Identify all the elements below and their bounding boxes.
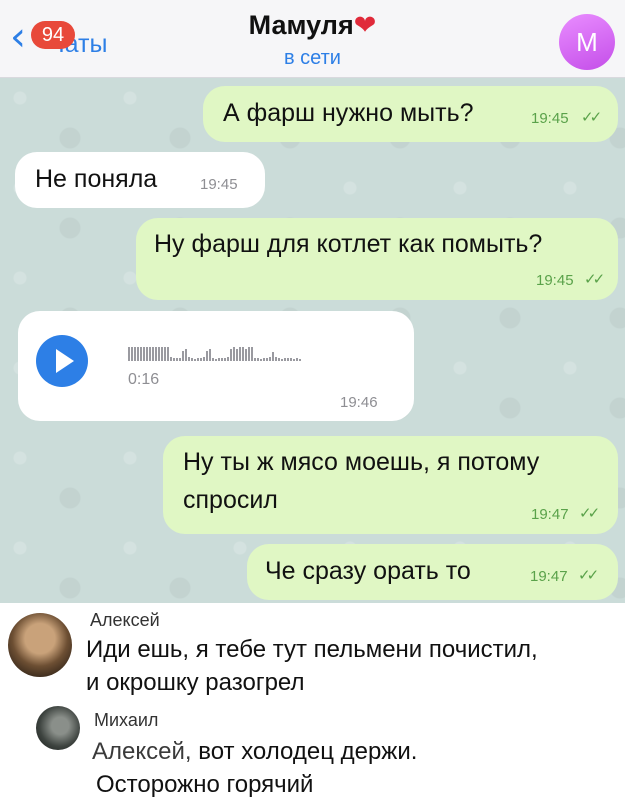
message-time: 19:46 (340, 394, 378, 411)
message-text-line: спросил (183, 486, 278, 514)
comment-text: Осторожно горячий (96, 771, 314, 798)
waveform[interactable] (128, 341, 408, 361)
message-text: Че сразу орать то (265, 557, 471, 585)
message-time: 19:45 (531, 110, 569, 127)
message-bubble[interactable]: А фарш нужно мыть? 19:45 ✓✓ (203, 86, 618, 142)
read-checks-icon: ✓✓ (579, 504, 600, 522)
message-text: А фарш нужно мыть? (223, 99, 474, 127)
contact-avatar[interactable]: М (559, 14, 615, 70)
comment-text: Алексей, вот холодец держи. (92, 736, 417, 768)
avatar[interactable] (8, 613, 72, 677)
message-list[interactable]: А фарш нужно мыть? 19:45 ✓✓ Не поняла 19… (0, 78, 625, 603)
online-status: в сети (284, 47, 341, 69)
read-checks-icon: ✓✓ (584, 270, 605, 288)
message-text: Не поняла (35, 165, 158, 193)
comment-text-part: вот холодец держи. (191, 738, 418, 765)
message-time: 19:47 (530, 568, 568, 585)
heart-icon: ❤ (353, 10, 377, 41)
message-bubble[interactable]: Ну ты ж мясо моешь, я потому спросил 19:… (163, 436, 618, 534)
message-time: 19:45 (536, 272, 574, 289)
read-checks-icon: ✓✓ (581, 108, 602, 126)
voice-duration: 0:16 (128, 371, 160, 388)
message-text: Ну фарш для котлет как помыть? (154, 230, 543, 258)
comment-mention[interactable]: Алексей, (92, 738, 192, 765)
avatar[interactable] (36, 706, 80, 750)
chat-title[interactable]: Мамуля❤ (0, 10, 625, 41)
message-text-line: Ну ты ж мясо моешь, я потому (183, 448, 540, 476)
comment-text: и окрошку разогрел (86, 669, 305, 696)
read-checks-icon: ✓✓ (578, 566, 599, 584)
chat-header: ‹ Чаты 94 Мамуля❤ в сети М (0, 0, 625, 78)
chat-title-text: Мамуля (248, 10, 354, 40)
comment-author[interactable]: Алексей (90, 610, 160, 631)
comments-section: Алексей Иди ешь, я тебе тут пельмени поч… (0, 603, 625, 810)
play-icon[interactable] (36, 335, 88, 387)
message-bubble[interactable]: Че сразу орать то 19:47 ✓✓ (247, 544, 618, 600)
comment-author[interactable]: Михаил (94, 710, 158, 731)
message-time: 19:47 (531, 506, 569, 523)
voice-message[interactable]: 0:16 19:46 (18, 311, 414, 421)
message-bubble[interactable]: Не поняла 19:45 (15, 152, 265, 208)
comment-text: Иди ешь, я тебе тут пельмени почистил, (86, 636, 538, 663)
message-time: 19:45 (200, 176, 238, 193)
message-bubble[interactable]: Ну фарш для котлет как помыть? 19:45 ✓✓ (136, 218, 618, 300)
